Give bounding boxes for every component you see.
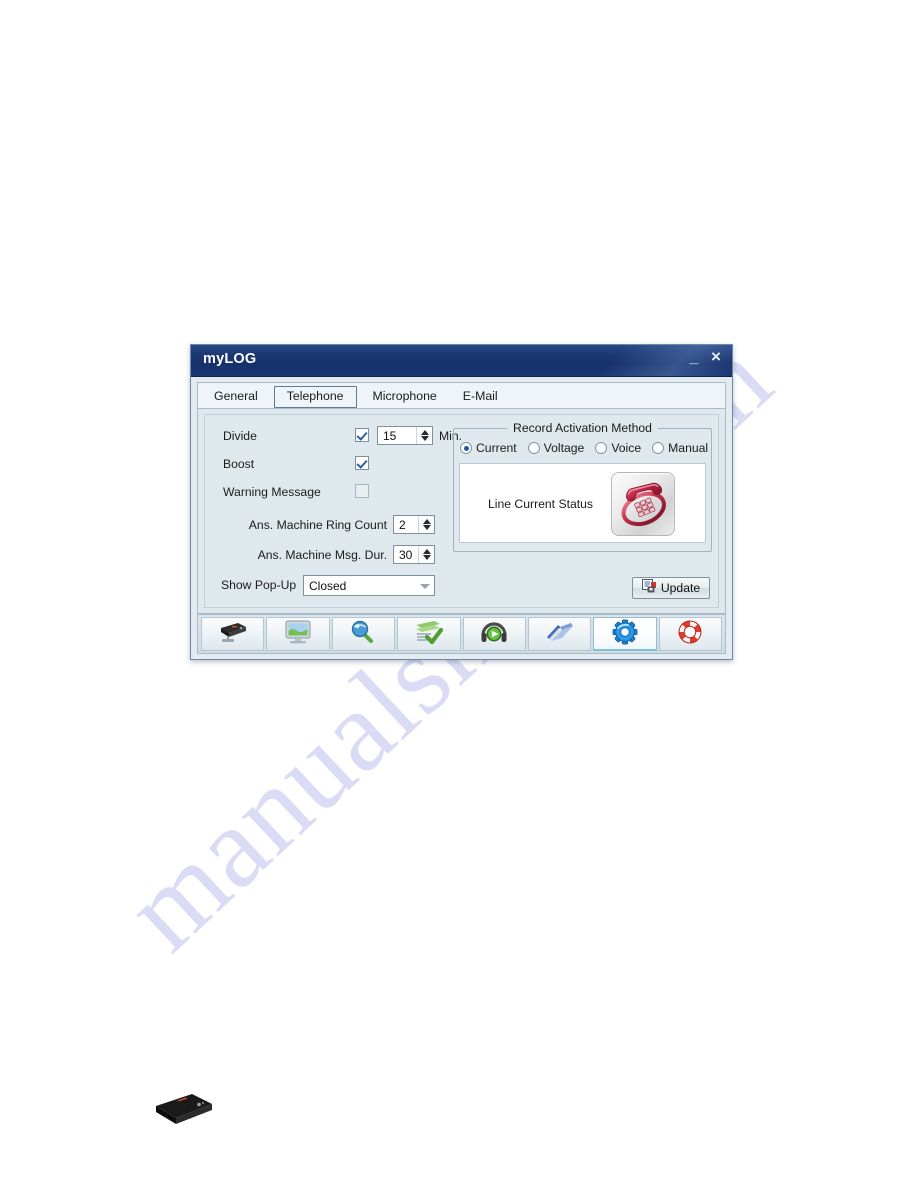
radio-label-current: Current <box>476 441 517 455</box>
telephone-icon <box>611 472 675 536</box>
show-popup-label: Show Pop-Up <box>221 578 297 592</box>
search-magnifier-icon <box>349 619 377 650</box>
divide-row: Divide 15 Min. <box>215 423 462 451</box>
record-activation-method-group: Record Activation Method Current Voltage <box>453 421 712 552</box>
radio-dot-icon <box>595 442 608 454</box>
tab-microphone[interactable]: Microphone <box>363 386 447 408</box>
line-current-status-label: Line Current Status <box>488 497 594 511</box>
save-document-icon <box>641 578 657 598</box>
divide-minutes-stepper[interactable]: 15 <box>377 426 433 445</box>
close-button[interactable]: × <box>708 348 724 366</box>
tabstrip-container: General Telephone Microphone E-Mail <box>191 377 732 408</box>
stepper-up-icon[interactable] <box>423 549 431 554</box>
stepper-down-icon[interactable] <box>423 525 431 530</box>
boost-label: Boost <box>223 457 255 471</box>
radio-option-current[interactable]: Current <box>460 441 517 455</box>
window-title: myLOG <box>203 351 257 367</box>
settings-gear-icon <box>611 619 639 650</box>
ring-count-row: Ans. Machine Ring Count 2 <box>215 511 455 541</box>
black-recorder-device-photo <box>152 1086 216 1132</box>
checklist-icon <box>414 619 444 650</box>
stepper-up-icon[interactable] <box>423 519 431 524</box>
headphones-play-icon <box>480 619 508 650</box>
divide-minutes-value: 15 <box>383 428 397 443</box>
show-popup-row: Show Pop-Up Closed <box>215 571 455 601</box>
recorder-device-icon <box>218 619 248 650</box>
radio-label-voltage: Voltage <box>543 441 585 455</box>
record-activation-method-legend: Record Activation Method <box>507 421 658 435</box>
divide-label: Divide <box>223 429 257 443</box>
window-titlebar: myLOG _ × <box>191 345 732 377</box>
radio-option-voice[interactable]: Voice <box>595 441 641 455</box>
telephone-settings-form: Divide 15 Min. Boost Warning Message Ans… <box>215 423 462 601</box>
tab-telephone[interactable]: Telephone <box>273 386 357 408</box>
lifebuoy-help-icon <box>676 619 704 650</box>
msg-duration-stepper[interactable]: 30 <box>393 545 435 564</box>
show-popup-select[interactable]: Closed <box>303 575 435 596</box>
activation-column: Record Activation Method Current Voltage <box>453 421 712 601</box>
msg-duration-row: Ans. Machine Msg. Dur. 30 <box>215 541 455 571</box>
divide-checkbox[interactable] <box>355 428 369 442</box>
stepper-up-icon[interactable] <box>421 430 429 435</box>
toolbar-monitor-button[interactable] <box>266 617 330 651</box>
tabstrip: General Telephone Microphone E-Mail <box>197 382 726 408</box>
divide-stepper-arrows[interactable] <box>416 427 432 444</box>
record-activation-radio-group: Current Voltage Voice Manual <box>460 441 708 455</box>
toolbar-addressbook-button[interactable] <box>527 617 592 651</box>
show-popup-value: Closed <box>309 578 347 593</box>
tab-content-panel: Divide 15 Min. Boost Warning Message Ans… <box>197 408 726 614</box>
ring-count-label: Ans. Machine Ring Count <box>248 518 387 532</box>
toolbar-search-button[interactable] <box>331 617 396 651</box>
chevron-down-icon[interactable] <box>417 576 434 595</box>
radio-label-voice: Voice <box>611 441 642 455</box>
toolbar-checklist-button[interactable] <box>397 617 461 651</box>
boost-checkbox[interactable] <box>355 456 369 470</box>
address-book-icon <box>545 619 575 650</box>
toolbar-recorder-device-button[interactable] <box>201 617 265 651</box>
toolbar-help-button[interactable] <box>658 617 722 651</box>
warning-message-label: Warning Message <box>223 485 321 499</box>
radio-option-voltage[interactable]: Voltage <box>527 441 585 455</box>
msg-duration-value: 30 <box>399 547 413 562</box>
radio-option-manual[interactable]: Manual <box>652 441 708 455</box>
radio-dot-icon <box>460 442 472 454</box>
radio-label-manual: Manual <box>668 441 709 455</box>
radio-dot-icon <box>527 442 540 454</box>
mylog-application-window: myLOG _ × General Telephone Microphone E… <box>190 344 733 660</box>
stepper-down-icon[interactable] <box>423 555 431 560</box>
msg-duration-label: Ans. Machine Msg. Dur. <box>257 548 387 562</box>
update-button[interactable]: Update <box>632 577 710 599</box>
tab-content-inner: Divide 15 Min. Boost Warning Message Ans… <box>204 414 719 608</box>
tab-email[interactable]: E-Mail <box>453 386 508 408</box>
bottom-toolbar <box>197 614 726 654</box>
update-button-label: Update <box>660 581 701 595</box>
toolbar-settings-button[interactable] <box>593 617 657 651</box>
toolbar-playback-button[interactable] <box>462 617 526 651</box>
msg-duration-stepper-arrows[interactable] <box>418 546 434 563</box>
stepper-down-icon[interactable] <box>421 436 429 441</box>
warning-message-row: Warning Message <box>215 479 455 507</box>
ring-count-value: 2 <box>399 517 406 532</box>
ring-count-stepper[interactable]: 2 <box>393 515 435 534</box>
monitor-icon <box>284 619 312 650</box>
radio-dot-icon <box>652 442 665 454</box>
ring-count-stepper-arrows[interactable] <box>418 516 434 533</box>
tab-general[interactable]: General <box>204 386 268 408</box>
minimize-button[interactable]: _ <box>686 349 702 367</box>
warning-message-checkbox[interactable] <box>355 484 369 498</box>
line-current-status-box: Line Current Status <box>459 463 706 543</box>
boost-row: Boost <box>215 451 455 479</box>
